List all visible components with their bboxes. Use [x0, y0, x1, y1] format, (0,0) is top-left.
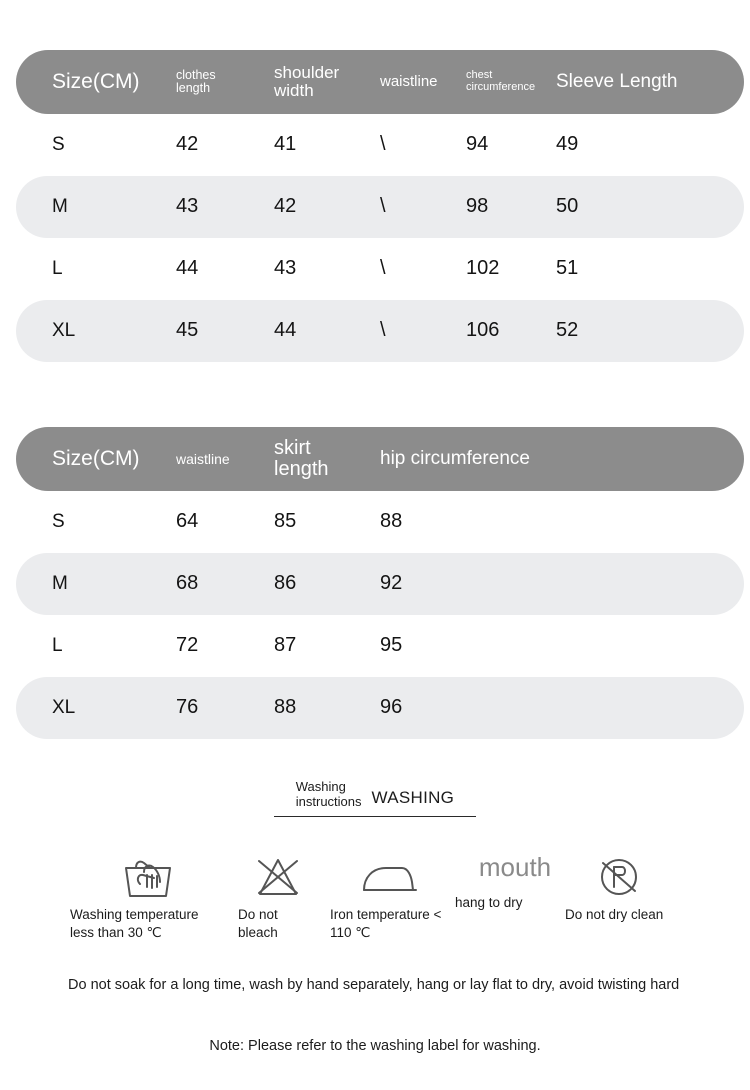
header-cell-size: Size(CM) — [52, 69, 140, 93]
care-label: Washing temperature less than 30 ℃ — [70, 907, 199, 940]
table-row: L 72 87 95 — [16, 615, 744, 677]
care-note-long: Do not soak for a long time, wash by han… — [68, 977, 680, 993]
table-row: M 43 42 \ 98 50 — [16, 176, 744, 238]
cell-size: S — [52, 133, 65, 155]
care-item-do-not-dry-clean: Do not dry clean — [565, 854, 705, 924]
cell-size: S — [52, 510, 65, 532]
care-label: hang to dry — [455, 895, 523, 910]
header-cell-waistline: waistline — [380, 73, 438, 91]
cell-waistline: \ — [380, 257, 386, 280]
table-row: XL 45 44 \ 106 52 — [16, 300, 744, 362]
washing-instructions-section: Washing instructions WASHING Washing tem… — [0, 779, 750, 1054]
table-row: L 44 43 \ 102 51 — [16, 238, 744, 300]
cell-skirt-length: 85 — [274, 510, 297, 533]
cell-sleeve-length: 51 — [556, 257, 579, 280]
cell-size: L — [52, 257, 63, 279]
care-icon-row: Washing temperature less than 30 ℃ Do no… — [0, 854, 750, 964]
cell-shoulder-width: 42 — [274, 195, 297, 218]
cell-hip: 96 — [380, 696, 403, 719]
iron-icon — [363, 867, 417, 891]
table-header-row: Size(CM) waistline skirt length hip circ… — [16, 427, 744, 491]
header-cell-size: Size(CM) — [52, 446, 140, 470]
washing-title: Washing instructions WASHING — [274, 779, 476, 818]
washing-title-cn: Washing instructions — [295, 779, 362, 809]
care-item-do-not-bleach: Do not bleach — [238, 854, 318, 942]
table-row: S 42 41 \ 94 49 — [16, 114, 744, 176]
cell-hip: 88 — [380, 510, 403, 533]
table-header-row: Size(CM) clothes length shoulder width w… — [16, 50, 744, 114]
table-row: S 64 85 88 — [16, 491, 744, 553]
cell-chest: 102 — [466, 257, 500, 280]
cell-size: M — [52, 195, 68, 217]
header-cell-clothes-length: clothes length — [176, 67, 216, 95]
cell-clothes-length: 42 — [176, 133, 199, 156]
do-not-dry-clean-icon — [601, 859, 637, 895]
header-cell-waistline: waistline — [176, 450, 230, 467]
cell-shoulder-width: 44 — [274, 319, 297, 342]
cell-shoulder-width: 41 — [274, 133, 297, 156]
cell-size: M — [52, 572, 68, 594]
cell-skirt-length: 88 — [274, 696, 297, 719]
care-note-short: Note: Please refer to the washing label … — [209, 1038, 541, 1054]
hand-wash-icon — [125, 860, 171, 897]
cell-size: XL — [52, 319, 76, 341]
cell-size: XL — [52, 696, 76, 718]
care-label: Do not bleach — [238, 907, 278, 940]
cell-chest: 106 — [466, 319, 500, 342]
care-item-hand-wash: Washing temperature less than 30 ℃ — [70, 854, 230, 942]
header-cell-hip-circumference: hip circumference — [380, 447, 530, 469]
cell-chest: 94 — [466, 133, 489, 156]
cell-clothes-length: 44 — [176, 257, 199, 280]
cell-size: L — [52, 634, 63, 656]
header-cell-skirt-length: skirt length — [274, 436, 329, 480]
cell-waistline: \ — [380, 133, 386, 156]
cell-sleeve-length: 52 — [556, 319, 579, 342]
cell-skirt-length: 86 — [274, 572, 297, 595]
header-cell-sleeve-length: Sleeve Length — [556, 70, 678, 92]
size-table-bottom: Size(CM) waistline skirt length hip circ… — [16, 427, 744, 739]
do-not-bleach-icon — [258, 859, 298, 895]
table-row: M 68 86 92 — [16, 553, 744, 615]
hang-to-dry-icon: mouth — [478, 852, 552, 882]
size-chart-page: Size(CM) clothes length shoulder width w… — [0, 0, 750, 1090]
cell-shoulder-width: 43 — [274, 257, 297, 280]
table-row: XL 76 88 96 — [16, 677, 744, 739]
cell-sleeve-length: 50 — [556, 195, 579, 218]
cell-clothes-length: 43 — [176, 195, 199, 218]
cell-waistline: 64 — [176, 510, 199, 533]
cell-chest: 98 — [466, 195, 489, 218]
cell-waistline: 76 — [176, 696, 199, 719]
washing-title-en: WASHING — [371, 788, 455, 808]
care-label: Do not dry clean — [565, 907, 664, 922]
care-item-hang-to-dry: mouth hang to dry — [455, 854, 575, 912]
cell-hip: 92 — [380, 572, 403, 595]
cell-waistline: \ — [380, 195, 386, 218]
cell-sleeve-length: 49 — [556, 133, 579, 156]
cell-waistline: 68 — [176, 572, 199, 595]
cell-skirt-length: 87 — [274, 634, 297, 657]
header-cell-shoulder-width: shoulder width — [274, 62, 340, 100]
care-label: Iron temperature < 110 ℃ — [330, 907, 442, 940]
cell-hip: 95 — [380, 634, 403, 657]
cell-clothes-length: 45 — [176, 319, 199, 342]
size-table-top: Size(CM) clothes length shoulder width w… — [16, 50, 744, 362]
cell-waistline: \ — [380, 319, 386, 342]
care-item-iron: Iron temperature < 110 ℃ — [330, 854, 470, 942]
cell-waistline: 72 — [176, 634, 199, 657]
header-cell-chest-circumference: chest circumference — [466, 69, 536, 93]
